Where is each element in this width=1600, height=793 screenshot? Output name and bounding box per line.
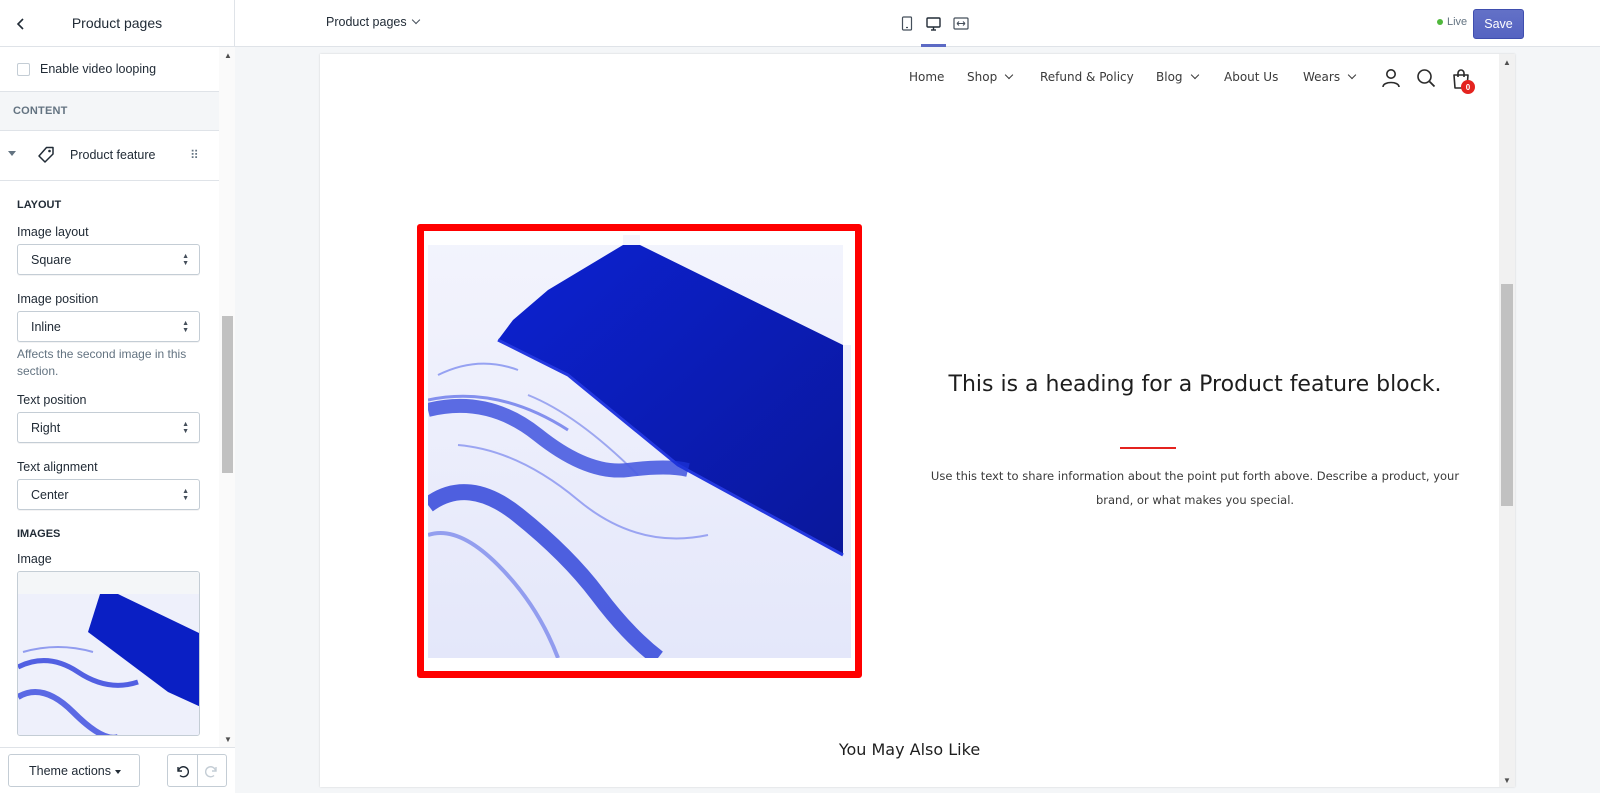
text-position-select[interactable]: Right ▲ ▼ xyxy=(17,412,200,443)
image-position-select[interactable]: Inline ▲ ▼ xyxy=(17,311,200,342)
text-alignment-select[interactable]: Center ▲ ▼ xyxy=(17,479,200,510)
nav-blog-label: Blog xyxy=(1156,70,1183,84)
select-arrows-icon: ▲ ▼ xyxy=(182,421,189,435)
theme-actions-label: Theme actions xyxy=(29,763,111,778)
search-icon[interactable] xyxy=(1416,68,1436,93)
desktop-view-icon[interactable] xyxy=(920,0,947,47)
save-button[interactable]: Save xyxy=(1473,9,1524,39)
store-preview: Home Shop Refund & Policy Blog About Us … xyxy=(320,54,1515,787)
select-arrows-icon: ▲ ▼ xyxy=(182,488,189,502)
content-section-label: CONTENT xyxy=(0,92,219,131)
nav-refund-policy[interactable]: Refund & Policy xyxy=(1040,70,1134,84)
back-arrow-icon[interactable] xyxy=(10,13,32,35)
text-position-value: Right xyxy=(31,420,61,435)
collapse-caret-icon[interactable] xyxy=(8,151,16,156)
scroll-up-arrow-icon[interactable]: ▲ xyxy=(1503,58,1511,67)
sidebar-title: Product pages xyxy=(71,15,163,31)
tag-icon xyxy=(36,145,56,168)
live-dot-icon xyxy=(1437,19,1443,25)
nav-about-us[interactable]: About Us xyxy=(1224,70,1278,84)
redo-icon[interactable] xyxy=(196,755,226,786)
page-selector[interactable]: Product pages xyxy=(326,15,420,29)
image-layout-value: Square xyxy=(31,252,72,267)
chevron-down-icon xyxy=(1004,70,1014,80)
drag-handle-icon[interactable]: ⠿ xyxy=(190,148,199,162)
page-selector-label: Product pages xyxy=(326,15,407,29)
caret-down-icon xyxy=(115,770,121,774)
scroll-up-arrow-icon[interactable]: ▲ xyxy=(224,51,232,60)
chevron-down-icon xyxy=(1347,70,1357,80)
product-feature-image-highlight[interactable] xyxy=(417,224,862,678)
preview-scrollbar-thumb[interactable] xyxy=(1501,284,1513,506)
image-position-label: Image position xyxy=(17,292,99,306)
layout-fields: LAYOUT Image layout Square ▲ ▼ Image posi… xyxy=(0,199,219,736)
chevron-down-icon xyxy=(1190,70,1199,80)
product-feature-label: Product feature xyxy=(70,148,156,162)
you-may-also-like-heading: You May Also Like xyxy=(838,740,981,759)
account-icon[interactable] xyxy=(1381,68,1401,93)
feature-text: Use this text to share information about… xyxy=(930,469,1460,507)
image-label: Image xyxy=(17,552,52,566)
theme-actions-button[interactable]: Theme actions xyxy=(8,754,140,787)
enable-video-looping-row[interactable]: Enable video looping xyxy=(0,47,219,92)
image-layout-select[interactable]: Square ▲ ▼ xyxy=(17,244,200,275)
sidebar-settings-panel: Enable video looping CONTENT Product fea… xyxy=(0,47,219,747)
undo-redo-group xyxy=(167,754,227,787)
nav-wears-label: Wears xyxy=(1303,70,1341,84)
layout-group-title: LAYOUT xyxy=(17,199,62,211)
undo-icon[interactable] xyxy=(168,755,197,786)
text-position-label: Text position xyxy=(17,393,87,407)
text-alignment-value: Center xyxy=(31,487,69,502)
product-feature-image xyxy=(428,235,851,658)
enable-video-looping-checkbox[interactable] xyxy=(17,62,30,76)
device-switcher xyxy=(893,0,974,47)
full-width-view-icon[interactable] xyxy=(947,0,974,47)
nav-shop-label: Shop xyxy=(967,70,998,84)
store-navigation: Home Shop Refund & Policy Blog About Us … xyxy=(320,68,1499,98)
chevron-down-icon xyxy=(411,15,420,25)
nav-shop[interactable]: Shop xyxy=(967,70,1014,84)
sidebar-scrollbar-thumb[interactable] xyxy=(222,316,233,473)
editor-topbar: Product pages Live Save xyxy=(235,0,1600,47)
select-arrows-icon: ▲ ▼ xyxy=(182,320,189,334)
nav-home[interactable]: Home xyxy=(909,70,944,84)
scroll-down-arrow-icon[interactable]: ▼ xyxy=(1503,776,1511,785)
image-layout-label: Image layout xyxy=(17,225,89,239)
scroll-down-arrow-icon[interactable]: ▼ xyxy=(224,735,232,744)
mobile-view-icon[interactable] xyxy=(893,0,920,47)
nav-wears[interactable]: Wears xyxy=(1303,70,1357,84)
cart-count-badge: 0 xyxy=(1461,80,1475,94)
images-group-title: IMAGES xyxy=(17,528,61,540)
sidebar: Product pages Enable video looping CONTE… xyxy=(0,0,235,793)
nav-blog[interactable]: Blog xyxy=(1156,70,1199,84)
feature-heading: This is a heading for a Product feature … xyxy=(948,372,1442,397)
feature-divider xyxy=(1120,447,1176,449)
image-position-help: Affects the second image in this section… xyxy=(17,347,187,378)
live-status: Live xyxy=(1437,16,1467,28)
sidebar-scrollbar[interactable]: ▲ ▼ xyxy=(219,47,235,747)
preview-scrollbar[interactable]: ▲ ▼ xyxy=(1499,54,1515,787)
select-arrows-icon: ▲ ▼ xyxy=(182,253,189,267)
product-feature-block[interactable]: Product feature ⠿ xyxy=(0,131,219,181)
sidebar-header: Product pages xyxy=(0,0,234,47)
text-alignment-label: Text alignment xyxy=(17,460,98,474)
enable-video-looping-label: Enable video looping xyxy=(40,62,157,76)
live-status-label: Live xyxy=(1447,16,1468,28)
sidebar-footer: Theme actions xyxy=(0,747,235,793)
image-position-value: Inline xyxy=(31,319,61,334)
image-picker-thumbnail[interactable] xyxy=(17,571,200,736)
